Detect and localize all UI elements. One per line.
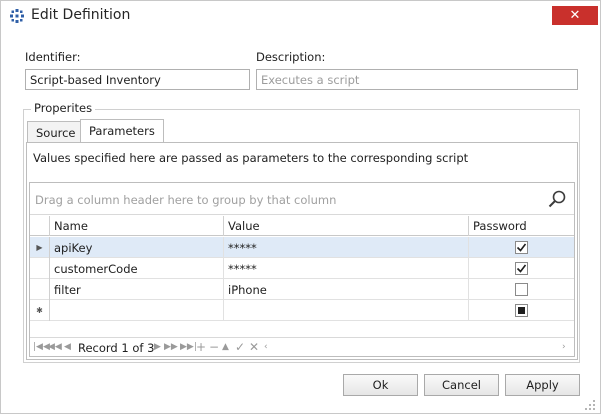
- password-checkbox-indeterminate[interactable]: [515, 304, 528, 317]
- tab-parameters-label: Parameters: [89, 124, 155, 138]
- grid-header-row: Name Value Password: [30, 216, 574, 236]
- cell-password: [469, 279, 574, 300]
- group-by-panel[interactable]: Drag a column header here to group by th…: [30, 183, 574, 215]
- password-checkbox[interactable]: [515, 283, 528, 296]
- password-checkbox[interactable]: [515, 262, 528, 275]
- cell-name[interactable]: filter: [50, 279, 224, 300]
- identifier-input[interactable]: Script-based Inventory: [25, 69, 250, 90]
- row-indicator-cell: [30, 258, 50, 279]
- header-indicator-cell: [30, 216, 50, 236]
- cell-password: [469, 237, 574, 258]
- new-item-row[interactable]: ✱: [30, 300, 574, 321]
- password-checkbox[interactable]: [515, 241, 528, 254]
- record-position: Record 1 of 3: [78, 341, 155, 355]
- checkmark-icon: [516, 264, 527, 273]
- cell-name[interactable]: customerCode: [50, 258, 224, 279]
- prev-record-icon[interactable]: ◀: [64, 340, 71, 354]
- cancel-edit-icon[interactable]: ✕: [249, 340, 259, 354]
- next-record-icon[interactable]: ▶: [154, 340, 161, 354]
- ok-button[interactable]: Ok: [343, 374, 418, 396]
- cell-name[interactable]: apiKey: [50, 237, 224, 258]
- new-cell-name[interactable]: [50, 300, 224, 321]
- title-bar: Edit Definition ✕: [1, 1, 600, 31]
- edit-icon[interactable]: ▲: [222, 340, 229, 354]
- description-label: Description:: [256, 50, 326, 64]
- table-row[interactable]: customerCode *****: [30, 258, 574, 279]
- resize-grip-icon[interactable]: [584, 399, 596, 411]
- identifier-label: Identifier:: [25, 50, 81, 64]
- tab-parameters[interactable]: Parameters: [80, 119, 164, 142]
- tab-source-label: Source: [36, 126, 76, 140]
- table-row[interactable]: filter iPhone: [30, 279, 574, 300]
- end-edit-icon[interactable]: ✓: [235, 340, 245, 354]
- cell-value[interactable]: iPhone: [224, 279, 469, 300]
- cancel-button[interactable]: Cancel: [424, 374, 499, 396]
- row-indicator-cell: [30, 279, 50, 300]
- table-row[interactable]: ▶ apiKey *****: [30, 237, 574, 258]
- cell-value[interactable]: *****: [224, 237, 469, 258]
- cell-value[interactable]: *****: [224, 258, 469, 279]
- column-header-value[interactable]: Value: [224, 216, 469, 236]
- scroll-left-icon[interactable]: ‹: [264, 340, 268, 354]
- close-icon: ✕: [569, 8, 581, 23]
- append-icon[interactable]: +: [196, 340, 206, 354]
- scroll-right-icon[interactable]: ›: [562, 340, 566, 354]
- tab-source[interactable]: Source: [27, 121, 85, 143]
- properties-group-title: Properites: [31, 101, 96, 115]
- description-input[interactable]: Executes a script: [256, 69, 578, 90]
- new-cell-value[interactable]: [224, 300, 469, 321]
- record-navigator: |◀◀ ◀◀ ◀ Record 1 of 3 ▶ ▶▶ ▶▶| + − ▲ ✓ …: [30, 337, 574, 356]
- column-header-password[interactable]: Password: [469, 216, 574, 236]
- search-icon[interactable]: [547, 189, 567, 209]
- cell-password: [469, 258, 574, 279]
- group-by-hint: Drag a column header here to group by th…: [35, 193, 337, 207]
- parameters-grid: Drag a column header here to group by th…: [29, 182, 575, 357]
- next-page-icon[interactable]: ▶▶: [164, 340, 178, 354]
- new-row-icon: ✱: [30, 300, 50, 321]
- new-cell-password: [469, 300, 574, 321]
- close-button[interactable]: ✕: [552, 6, 598, 25]
- parameters-description: Values specified here are passed as para…: [33, 151, 469, 165]
- prev-page-icon[interactable]: ◀◀: [48, 340, 62, 354]
- row-focus-indicator-icon: ▶: [30, 237, 50, 258]
- edit-definition-dialog: Edit Definition ✕ Identifier: Script-bas…: [0, 0, 601, 414]
- checkmark-icon: [516, 243, 527, 252]
- column-header-name[interactable]: Name: [50, 216, 224, 236]
- remove-icon[interactable]: −: [209, 340, 219, 354]
- window-title: Edit Definition: [31, 7, 131, 23]
- apply-button[interactable]: Apply: [505, 374, 580, 396]
- app-grid-icon: [10, 9, 24, 23]
- last-page-icon[interactable]: ▶▶|: [180, 340, 197, 354]
